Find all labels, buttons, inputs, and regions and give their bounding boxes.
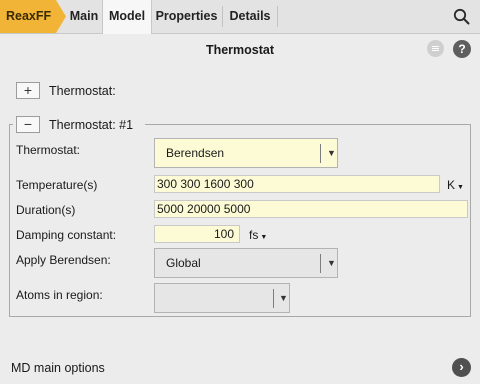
combo-divider — [320, 254, 321, 273]
tab-divider — [277, 6, 278, 27]
search-icon[interactable] — [453, 8, 470, 25]
duration-label: Duration(s) — [16, 203, 76, 217]
menu-icon[interactable] — [427, 40, 444, 57]
temperature-unit-select[interactable]: K ▼ — [447, 178, 464, 192]
group-title: Thermostat: #1 — [49, 118, 134, 132]
damping-unit-select[interactable]: fs ▼ — [249, 228, 267, 242]
damping-label: Damping constant: — [16, 228, 117, 242]
duration-input[interactable]: 5000 20000 5000 — [154, 200, 468, 218]
chevron-right-icon[interactable]: › — [452, 358, 471, 377]
tab-details[interactable]: Details — [223, 0, 277, 33]
atoms-select[interactable]: ▼ — [154, 283, 290, 313]
atoms-label: Atoms in region: — [16, 288, 103, 302]
add-thermostat-label: Thermostat: — [49, 84, 116, 98]
thermostat-select[interactable]: Berendsen ▼ — [154, 138, 338, 168]
apply-value: Global — [166, 256, 201, 270]
tab-main[interactable]: Main — [66, 0, 102, 33]
chevron-down-icon: ▼ — [327, 148, 336, 158]
apply-label: Apply Berendsen: — [16, 253, 111, 267]
add-thermostat-button[interactable]: + — [16, 82, 40, 99]
combo-divider — [320, 144, 321, 163]
thermostat-value: Berendsen — [166, 146, 225, 160]
apply-select[interactable]: Global ▼ — [154, 248, 338, 278]
temperature-input[interactable]: 300 300 1600 300 — [154, 175, 440, 193]
md-main-options-label[interactable]: MD main options — [11, 361, 105, 375]
chevron-down-icon: ▼ — [327, 258, 336, 268]
panel-title: Thermostat — [205, 43, 275, 57]
app-tab-reaxff[interactable]: ReaxFF — [0, 0, 66, 33]
tab-properties[interactable]: Properties — [151, 0, 222, 33]
thermostat-label: Thermostat: — [16, 143, 81, 157]
help-icon[interactable]: ? — [453, 40, 471, 58]
combo-divider — [273, 289, 274, 308]
remove-thermostat-button[interactable]: − — [16, 116, 40, 133]
temperature-label: Temperature(s) — [16, 178, 98, 192]
chevron-down-icon: ▼ — [279, 293, 288, 303]
tab-model[interactable]: Model — [102, 0, 152, 34]
top-bar: ReaxFF Main Model Properties Details — [0, 0, 480, 34]
damping-input[interactable]: 100 — [154, 225, 240, 243]
